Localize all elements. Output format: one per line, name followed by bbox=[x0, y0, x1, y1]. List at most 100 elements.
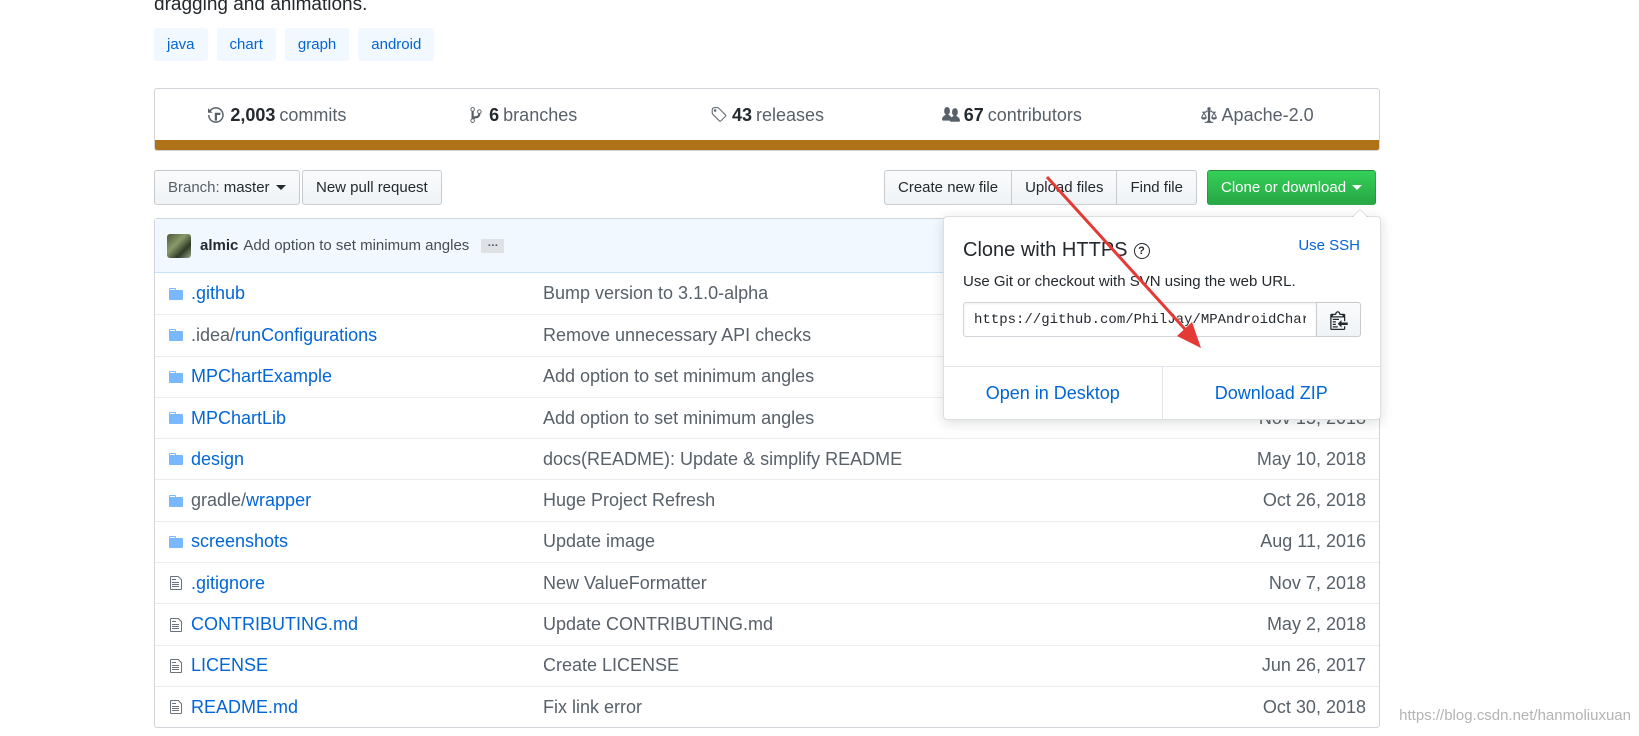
license-label: Apache-2.0 bbox=[1221, 104, 1314, 125]
file-icon bbox=[170, 658, 182, 673]
upload-files-button[interactable]: Upload files bbox=[1011, 170, 1118, 205]
folder-icon bbox=[169, 412, 183, 425]
file-path-prefix: gradle/ bbox=[191, 490, 247, 511]
commit-message-link[interactable]: Fix link error bbox=[543, 697, 1143, 718]
organization-icon bbox=[941, 107, 960, 122]
expand-commit-button[interactable]: … bbox=[481, 237, 505, 253]
clone-or-download-button[interactable]: Clone or download bbox=[1207, 170, 1377, 205]
file-name[interactable]: screenshots bbox=[191, 531, 288, 551]
branch-prefix: Branch: bbox=[168, 179, 220, 196]
caret-down-icon bbox=[1352, 185, 1363, 190]
file-name[interactable]: wrapper bbox=[246, 490, 311, 510]
tag-icon bbox=[711, 107, 727, 122]
branches-count: 6 bbox=[489, 104, 500, 125]
contributors-count: 67 bbox=[963, 104, 984, 125]
file-name-link[interactable]: gradle/wrapper bbox=[191, 490, 543, 511]
releases-count: 43 bbox=[731, 104, 752, 125]
language-bar bbox=[155, 140, 1379, 150]
file-icon bbox=[170, 617, 182, 632]
file-name[interactable]: .github bbox=[191, 283, 245, 303]
avatar[interactable] bbox=[167, 233, 191, 258]
commit-age: Aug 11, 2016 bbox=[1260, 531, 1366, 552]
file-name-link[interactable]: .gitignore bbox=[191, 573, 543, 594]
file-name[interactable]: .gitignore bbox=[191, 573, 265, 593]
commit-author[interactable]: almic bbox=[200, 237, 238, 254]
table-row: gradle/wrapper Huge Project Refresh Oct 26… bbox=[155, 479, 1379, 520]
clone-label: Clone or download bbox=[1221, 179, 1347, 196]
clone-actions: Open in Desktop Download ZIP bbox=[944, 366, 1380, 419]
contributors-label: contributors bbox=[987, 104, 1082, 125]
file-name-link[interactable]: README.md bbox=[191, 697, 543, 718]
commits-link[interactable]: 2,003 commits bbox=[155, 105, 400, 126]
folder-icon bbox=[169, 535, 183, 548]
file-name[interactable]: CONTRIBUTING.md bbox=[191, 614, 358, 634]
branches-link[interactable]: 6 branches bbox=[400, 105, 645, 126]
clippy-icon bbox=[1329, 310, 1348, 330]
use-ssh-link[interactable]: Use SSH bbox=[1298, 237, 1360, 254]
clone-subtitle: Use Git or checkout with SVN using the w… bbox=[963, 273, 1296, 290]
topic-chart[interactable]: chart bbox=[216, 28, 276, 61]
clone-url-input[interactable] bbox=[963, 302, 1317, 337]
file-name[interactable]: MPChartExample bbox=[191, 366, 332, 386]
table-row: LICENSE Create LICENSE Jun 26, 2017 bbox=[155, 644, 1379, 686]
caret-down-icon bbox=[275, 185, 286, 190]
commit-message-link[interactable]: New ValueFormatter bbox=[543, 573, 1143, 594]
repo-description: dragging and animations. bbox=[154, 0, 368, 15]
table-row: .gitignore New ValueFormatter Nov 7, 2018 bbox=[155, 562, 1379, 603]
file-name-link[interactable]: MPChartLib bbox=[191, 408, 543, 429]
topic-android[interactable]: android bbox=[358, 28, 435, 61]
commit-message-link[interactable]: Create LICENSE bbox=[543, 655, 1143, 676]
folder-icon bbox=[169, 370, 183, 383]
commit-age: Oct 30, 2018 bbox=[1262, 696, 1366, 717]
file-name[interactable]: README.md bbox=[191, 697, 298, 717]
contributors-link[interactable]: 67 contributors bbox=[889, 105, 1134, 126]
new-pull-request-button[interactable]: New pull request bbox=[302, 170, 442, 205]
create-new-file-button[interactable]: Create new file bbox=[884, 170, 1013, 205]
commit-message[interactable]: Add option to set minimum angles bbox=[243, 237, 469, 254]
table-row: CONTRIBUTING.md Update CONTRIBUTING.md May… bbox=[155, 603, 1379, 644]
file-name[interactable]: runConfigurations bbox=[235, 325, 377, 345]
file-name-link[interactable]: .idea/runConfigurations bbox=[191, 325, 543, 346]
commit-message-link[interactable]: Huge Project Refresh bbox=[543, 490, 1143, 511]
branch-select-button[interactable]: Branch: master bbox=[154, 170, 300, 205]
file-name[interactable]: MPChartLib bbox=[191, 408, 286, 428]
commit-age: Nov 7, 2018 bbox=[1268, 572, 1366, 593]
commit-message-link[interactable]: Update CONTRIBUTING.md bbox=[543, 614, 1143, 635]
branch-name: master bbox=[223, 179, 270, 196]
open-in-desktop-button[interactable]: Open in Desktop bbox=[944, 367, 1162, 419]
file-name-link[interactable]: LICENSE bbox=[191, 655, 543, 676]
license-link[interactable]: Apache-2.0 bbox=[1134, 105, 1379, 126]
file-name-link[interactable]: .github bbox=[191, 283, 543, 304]
branches-label: branches bbox=[503, 104, 578, 125]
commits-count: 2,003 bbox=[230, 104, 276, 125]
file-name[interactable]: LICENSE bbox=[191, 655, 268, 675]
releases-link[interactable]: 43 releases bbox=[645, 105, 890, 126]
topic-graph[interactable]: graph bbox=[284, 28, 350, 61]
commit-age: May 2, 2018 bbox=[1266, 614, 1366, 635]
topic-java[interactable]: java bbox=[154, 28, 208, 61]
commit-message-link[interactable]: Update image bbox=[543, 531, 1143, 552]
history-icon bbox=[208, 107, 225, 123]
copy-url-button[interactable] bbox=[1316, 302, 1361, 337]
watermark: https://blog.csdn.net/hanmoliuxuan bbox=[1399, 707, 1631, 724]
branch-icon bbox=[470, 107, 482, 123]
file-name-link[interactable]: CONTRIBUTING.md bbox=[191, 614, 543, 635]
file-name-link[interactable]: screenshots bbox=[191, 531, 543, 552]
file-name-link[interactable]: design bbox=[191, 449, 543, 470]
file-name[interactable]: design bbox=[191, 449, 244, 469]
law-icon bbox=[1200, 107, 1217, 123]
releases-label: releases bbox=[755, 104, 825, 125]
question-circle-icon[interactable]: ? bbox=[1133, 242, 1150, 259]
clone-title-text: Clone with HTTPS bbox=[963, 239, 1128, 261]
commit-message-link[interactable]: docs(README): Update & simplify README bbox=[543, 449, 1143, 470]
clone-title: Clone with HTTPS ? bbox=[963, 239, 1150, 262]
download-zip-button[interactable]: Download ZIP bbox=[1161, 367, 1381, 419]
file-icon bbox=[170, 700, 182, 715]
file-name-link[interactable]: MPChartExample bbox=[191, 366, 543, 387]
topic-list: java chart graph android bbox=[154, 28, 435, 61]
file-actions-group: Create new file Upload files Find file bbox=[884, 170, 1197, 205]
clone-dropdown: Clone with HTTPS ? Use SSH Use Git or ch… bbox=[943, 209, 1381, 420]
file-icon bbox=[170, 576, 182, 591]
table-row: design docs(README): Update & simplify RE… bbox=[155, 438, 1379, 479]
find-file-button[interactable]: Find file bbox=[1116, 170, 1197, 205]
